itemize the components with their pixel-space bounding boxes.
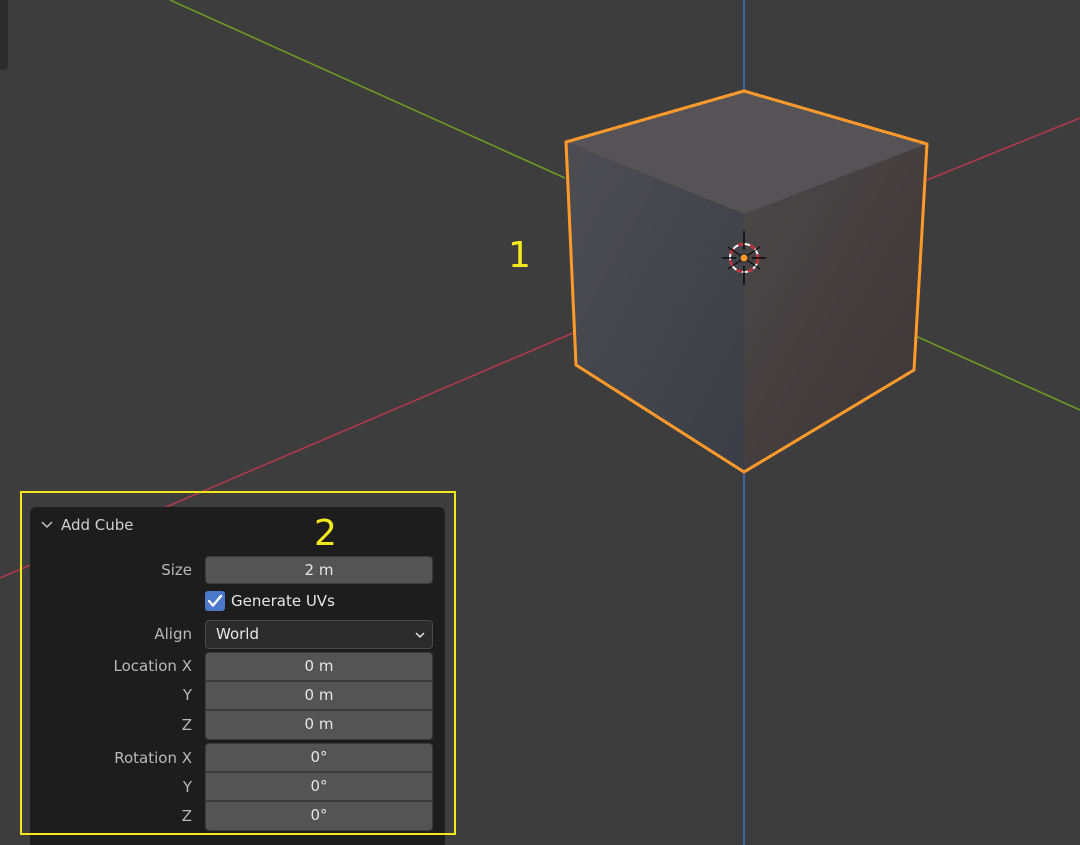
size-label: Size — [161, 561, 192, 579]
cube-object[interactable] — [564, 89, 929, 474]
chevron-down-icon[interactable] — [40, 518, 54, 532]
generate-uvs-label: Generate UVs — [231, 592, 335, 610]
rotation-y-field[interactable]: 0° — [205, 772, 433, 801]
rotation-x-field[interactable]: 0° — [205, 743, 433, 772]
location-x-field[interactable]: 0 m — [205, 652, 433, 681]
checkbox-checked-icon[interactable] — [205, 591, 225, 611]
location-z-field[interactable]: 0 m — [205, 710, 433, 740]
object-origin-dot — [739, 253, 749, 263]
align-dropdown-value: World — [216, 625, 259, 643]
align-dropdown[interactable]: World — [205, 620, 433, 649]
axis-y-line — [169, 0, 566, 179]
location-x-label: Location X — [113, 657, 193, 675]
location-z-label: Z — [181, 716, 192, 734]
rotation-z-label: Z — [181, 807, 192, 825]
rotation-y-label: Y — [182, 778, 192, 796]
chevron-down-icon — [415, 632, 425, 639]
panel-header[interactable]: Add Cube — [30, 507, 445, 545]
axis-x-line — [926, 117, 1080, 181]
align-label: Align — [154, 625, 192, 643]
rotation-x-label: Rotation X — [114, 749, 192, 767]
panel-title: Add Cube — [61, 516, 134, 534]
location-y-label: Y — [182, 686, 192, 704]
adjust-last-operation-panel: Add Cube Size 2 m Generate UVs Align Wor… — [30, 507, 445, 845]
rotation-z-field[interactable]: 0° — [205, 801, 433, 831]
location-y-field[interactable]: 0 m — [205, 681, 433, 710]
annotation-callout-2: 2 — [314, 513, 337, 554]
annotation-callout-1: 1 — [508, 235, 531, 276]
size-field[interactable]: 2 m — [205, 556, 433, 584]
